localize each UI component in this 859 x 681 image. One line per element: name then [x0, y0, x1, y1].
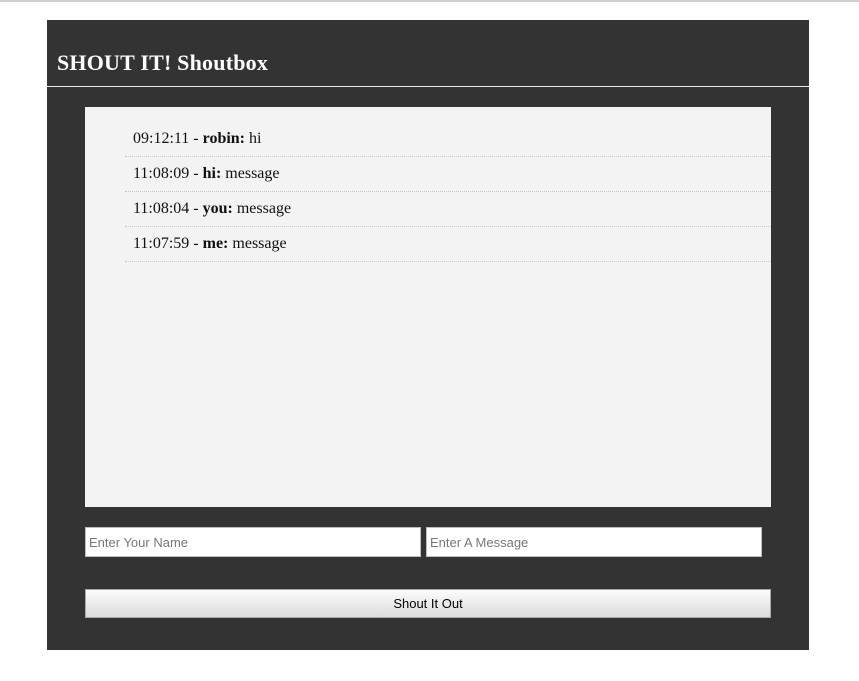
shout-author: you:: [202, 200, 233, 217]
shout-time: 11:08:04: [133, 200, 190, 217]
page-title: SHOUT IT! Shoutbox: [57, 50, 269, 75]
shout-message: message: [232, 235, 287, 252]
name-input[interactable]: [85, 527, 421, 557]
shout-author: me:: [202, 235, 229, 252]
shout-message: message: [225, 165, 280, 182]
shout-author: robin:: [202, 130, 246, 147]
shoutbox-header: SHOUT IT! Shoutbox: [47, 20, 809, 87]
shoutbox-container: SHOUT IT! Shoutbox 09:12:11 - robin: hi …: [47, 20, 809, 650]
browser-top-border: [0, 0, 859, 2]
shout-message: hi: [249, 130, 262, 147]
shout-item: 09:12:11 - robin: hi: [125, 122, 771, 157]
message-input[interactable]: [426, 527, 762, 557]
shout-item: 11:08:04 - you: message: [125, 192, 771, 227]
shout-message: message: [236, 200, 292, 217]
shouts-panel: 09:12:11 - robin: hi 11:08:09 - hi: mess…: [85, 107, 771, 507]
shout-author: hi:: [202, 165, 222, 182]
shout-time: 11:07:59: [133, 235, 190, 252]
shout-time: 09:12:11: [133, 130, 190, 147]
shouts-list: 09:12:11 - robin: hi 11:08:09 - hi: mess…: [85, 107, 771, 262]
shout-time: 11:08:09: [133, 165, 190, 182]
shout-item: 11:07:59 - me: message: [125, 227, 771, 262]
shout-item: 11:08:09 - hi: message: [125, 157, 771, 192]
shout-it-out-button[interactable]: Shout It Out: [85, 589, 771, 618]
